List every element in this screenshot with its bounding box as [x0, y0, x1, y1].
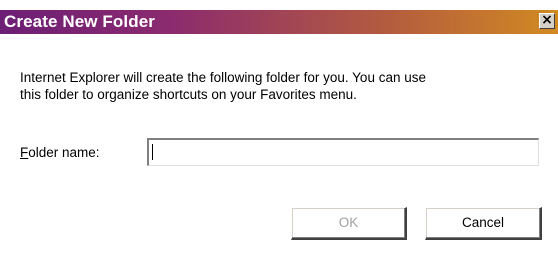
- folder-name-label-text: older name:: [28, 145, 100, 160]
- ok-button[interactable]: OK: [291, 207, 407, 240]
- message-line-2: this folder to organize shortcuts on you…: [20, 87, 357, 102]
- cancel-button[interactable]: Cancel: [425, 207, 542, 240]
- close-button[interactable]: ×: [539, 13, 555, 29]
- folder-name-input[interactable]: [147, 138, 539, 166]
- close-icon: ×: [541, 12, 553, 28]
- dialog-title: Create New Folder: [4, 12, 155, 31]
- folder-name-label-accelerator: F: [20, 145, 29, 160]
- text-caret: [152, 144, 153, 160]
- folder-name-label: Folder name:: [20, 145, 100, 160]
- message-line-1: Internet Explorer will create the follow…: [20, 70, 426, 85]
- dialog-message: Internet Explorer will create the follow…: [20, 69, 550, 103]
- title-bar[interactable]: Create New Folder ×: [0, 10, 558, 34]
